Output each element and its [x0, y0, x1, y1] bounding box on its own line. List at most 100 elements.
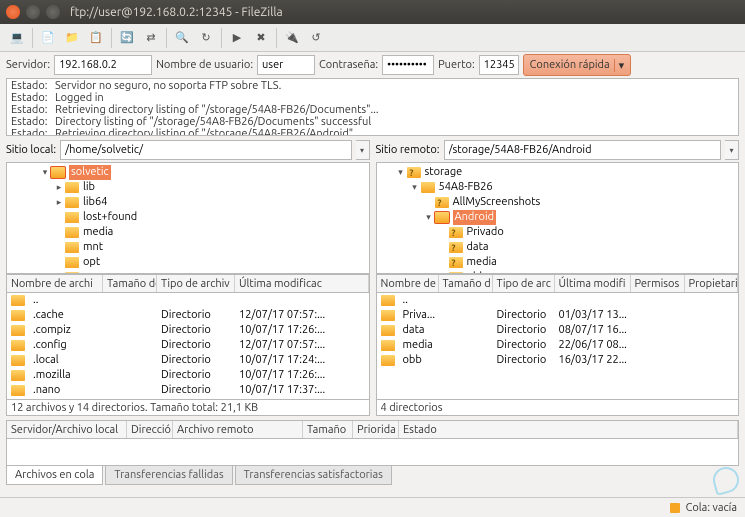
toggle-queue-icon[interactable]: 📋: [85, 27, 107, 49]
tree-item[interactable]: Privado: [381, 225, 735, 240]
tab-queued[interactable]: Archivos en cola: [6, 466, 103, 485]
file-name: .compiz: [29, 323, 75, 338]
password-input[interactable]: [382, 55, 434, 75]
col-modified[interactable]: Última modifi: [555, 275, 631, 292]
tree-item[interactable]: opt: [11, 255, 365, 270]
list-item[interactable]: Priva...Directorio01/03/17 13...: [377, 308, 739, 323]
list-item[interactable]: mediaDirectorio22/06/17 08...: [377, 338, 739, 353]
server-input[interactable]: [54, 55, 152, 75]
local-path-input[interactable]: [60, 140, 351, 160]
col-size[interactable]: Tamaño d: [439, 275, 493, 292]
expand-icon[interactable]: ▾: [39, 165, 51, 180]
tree-label: media: [83, 225, 113, 240]
list-item[interactable]: .configDirectorio12/07/17 07:57:...: [7, 338, 369, 353]
col-remote[interactable]: Archivo remoto: [173, 421, 303, 438]
folder-icon: [11, 355, 25, 366]
list-item[interactable]: dataDirectorio08/07/17 16...: [377, 323, 739, 338]
tree-item[interactable]: AllMyScreenshots: [381, 195, 735, 210]
col-modified[interactable]: Última modificac: [235, 275, 369, 292]
tree-item[interactable]: ▸lib64: [11, 195, 365, 210]
col-type[interactable]: Tipo de arc: [493, 275, 555, 292]
filter-icon[interactable]: 🔍: [171, 27, 193, 49]
user-input[interactable]: [257, 55, 315, 75]
close-icon[interactable]: [6, 5, 20, 19]
tree-item[interactable]: ▾Android: [381, 210, 735, 225]
col-state[interactable]: Estado: [399, 421, 738, 438]
refresh-icon[interactable]: ↻: [195, 27, 217, 49]
expand-icon[interactable]: ▸: [53, 195, 65, 210]
queue-status: Cola: vacía: [686, 502, 737, 514]
disconnect-icon[interactable]: 🔌: [281, 27, 303, 49]
tree-item[interactable]: ▾54A8-FB26: [381, 180, 735, 195]
site-manager-icon[interactable]: 💻: [6, 27, 28, 49]
list-item[interactable]: ..: [377, 293, 739, 308]
list-item[interactable]: obbDirectorio16/03/17 22...: [377, 353, 739, 368]
chevron-down-icon[interactable]: ▾: [614, 59, 625, 72]
chevron-down-icon[interactable]: ▾: [356, 140, 370, 160]
file-name: ..: [29, 293, 42, 308]
file-name: .nano: [29, 383, 64, 398]
remote-list-header[interactable]: Nombre de Tamaño d Tipo de arc Última mo…: [376, 274, 740, 292]
toggle-log-icon[interactable]: 📄: [37, 27, 59, 49]
local-tree[interactable]: ▾solvetic▸lib▸lib64lost+foundmediamntopt…: [6, 162, 370, 274]
sync-icon[interactable]: 🔄: [116, 27, 138, 49]
list-item[interactable]: ..: [7, 293, 369, 308]
local-list-header[interactable]: Nombre de archi Tamaño de Tipo de archiv…: [6, 274, 370, 292]
tree-item[interactable]: ▸lib: [11, 180, 365, 195]
remote-tree[interactable]: ▾storage▾54A8-FB26AllMyScreenshots▾Andro…: [376, 162, 740, 274]
remote-file-list[interactable]: ..Priva...Directorio01/03/17 13...dataDi…: [376, 292, 740, 400]
remote-path-input[interactable]: [444, 140, 722, 160]
col-size[interactable]: Tamaño de: [103, 275, 157, 292]
queue-list[interactable]: [6, 438, 739, 466]
toggle-tree-icon[interactable]: 📁: [61, 27, 83, 49]
tree-item[interactable]: media: [11, 225, 365, 240]
process-queue-icon[interactable]: ▶: [226, 27, 248, 49]
file-type: Directorio: [157, 368, 235, 383]
cancel-icon[interactable]: ✖: [250, 27, 272, 49]
folder-icon: [449, 257, 463, 268]
file-name: .config: [29, 338, 71, 353]
col-name[interactable]: Nombre de archi: [7, 275, 103, 292]
maximize-icon[interactable]: [46, 5, 60, 19]
list-item[interactable]: .localDirectorio10/07/17 17:24:...: [7, 353, 369, 368]
tree-item[interactable]: ▾storage: [381, 165, 735, 180]
chevron-down-icon[interactable]: ▾: [725, 140, 739, 160]
col-file[interactable]: Servidor/Archivo local: [7, 421, 127, 438]
col-owner[interactable]: Propietario: [685, 275, 739, 292]
reconnect-icon[interactable]: ↺: [305, 27, 327, 49]
tree-item[interactable]: mnt: [11, 240, 365, 255]
local-file-list[interactable]: ...cacheDirectorio12/07/17 07:57:....com…: [6, 292, 370, 400]
tab-successful[interactable]: Transferencias satisfactorias: [235, 466, 392, 485]
expand-icon[interactable]: ▾: [409, 180, 421, 195]
tree-item[interactable]: media: [381, 255, 735, 270]
tree-item[interactable]: lost+found: [11, 210, 365, 225]
list-item[interactable]: .nanoDirectorio10/07/17 17:37:...: [7, 383, 369, 398]
col-priority[interactable]: Priorida: [353, 421, 399, 438]
folder-icon: [65, 227, 79, 238]
quickconnect-button[interactable]: Conexión rápida ▾: [523, 54, 632, 76]
tab-failed[interactable]: Transferencias fallidas: [105, 466, 232, 485]
expand-icon[interactable]: ▸: [53, 180, 65, 195]
tree-label: data: [467, 240, 489, 255]
queue-header[interactable]: Servidor/Archivo local Direcció Archivo …: [6, 420, 739, 438]
col-type[interactable]: Tipo de archiv: [157, 275, 235, 292]
col-size[interactable]: Tamaño: [303, 421, 353, 438]
queue-tabs: Archivos en cola Transferencias fallidas…: [6, 466, 739, 485]
minimize-icon[interactable]: [26, 5, 40, 19]
compare-icon[interactable]: ⇄: [140, 27, 162, 49]
file-modified: 10/07/17 17:26:...: [235, 323, 369, 338]
list-item[interactable]: .cacheDirectorio12/07/17 07:57:...: [7, 308, 369, 323]
col-permissions[interactable]: Permisos: [631, 275, 685, 292]
log-label: Estado:: [11, 92, 55, 104]
expand-icon[interactable]: ▾: [395, 165, 407, 180]
tree-item[interactable]: ▾solvetic: [11, 165, 365, 180]
col-direction[interactable]: Direcció: [127, 421, 173, 438]
expand-icon[interactable]: ▾: [423, 210, 435, 225]
file-name: .local: [29, 353, 63, 368]
port-input[interactable]: [479, 55, 519, 75]
message-log[interactable]: Estado:Servidor no seguro, no soporta FT…: [6, 78, 739, 136]
tree-item[interactable]: data: [381, 240, 735, 255]
col-name[interactable]: Nombre de: [377, 275, 439, 292]
list-item[interactable]: .compizDirectorio10/07/17 17:26:...: [7, 323, 369, 338]
list-item[interactable]: .mozillaDirectorio10/07/17 17:26:...: [7, 368, 369, 383]
